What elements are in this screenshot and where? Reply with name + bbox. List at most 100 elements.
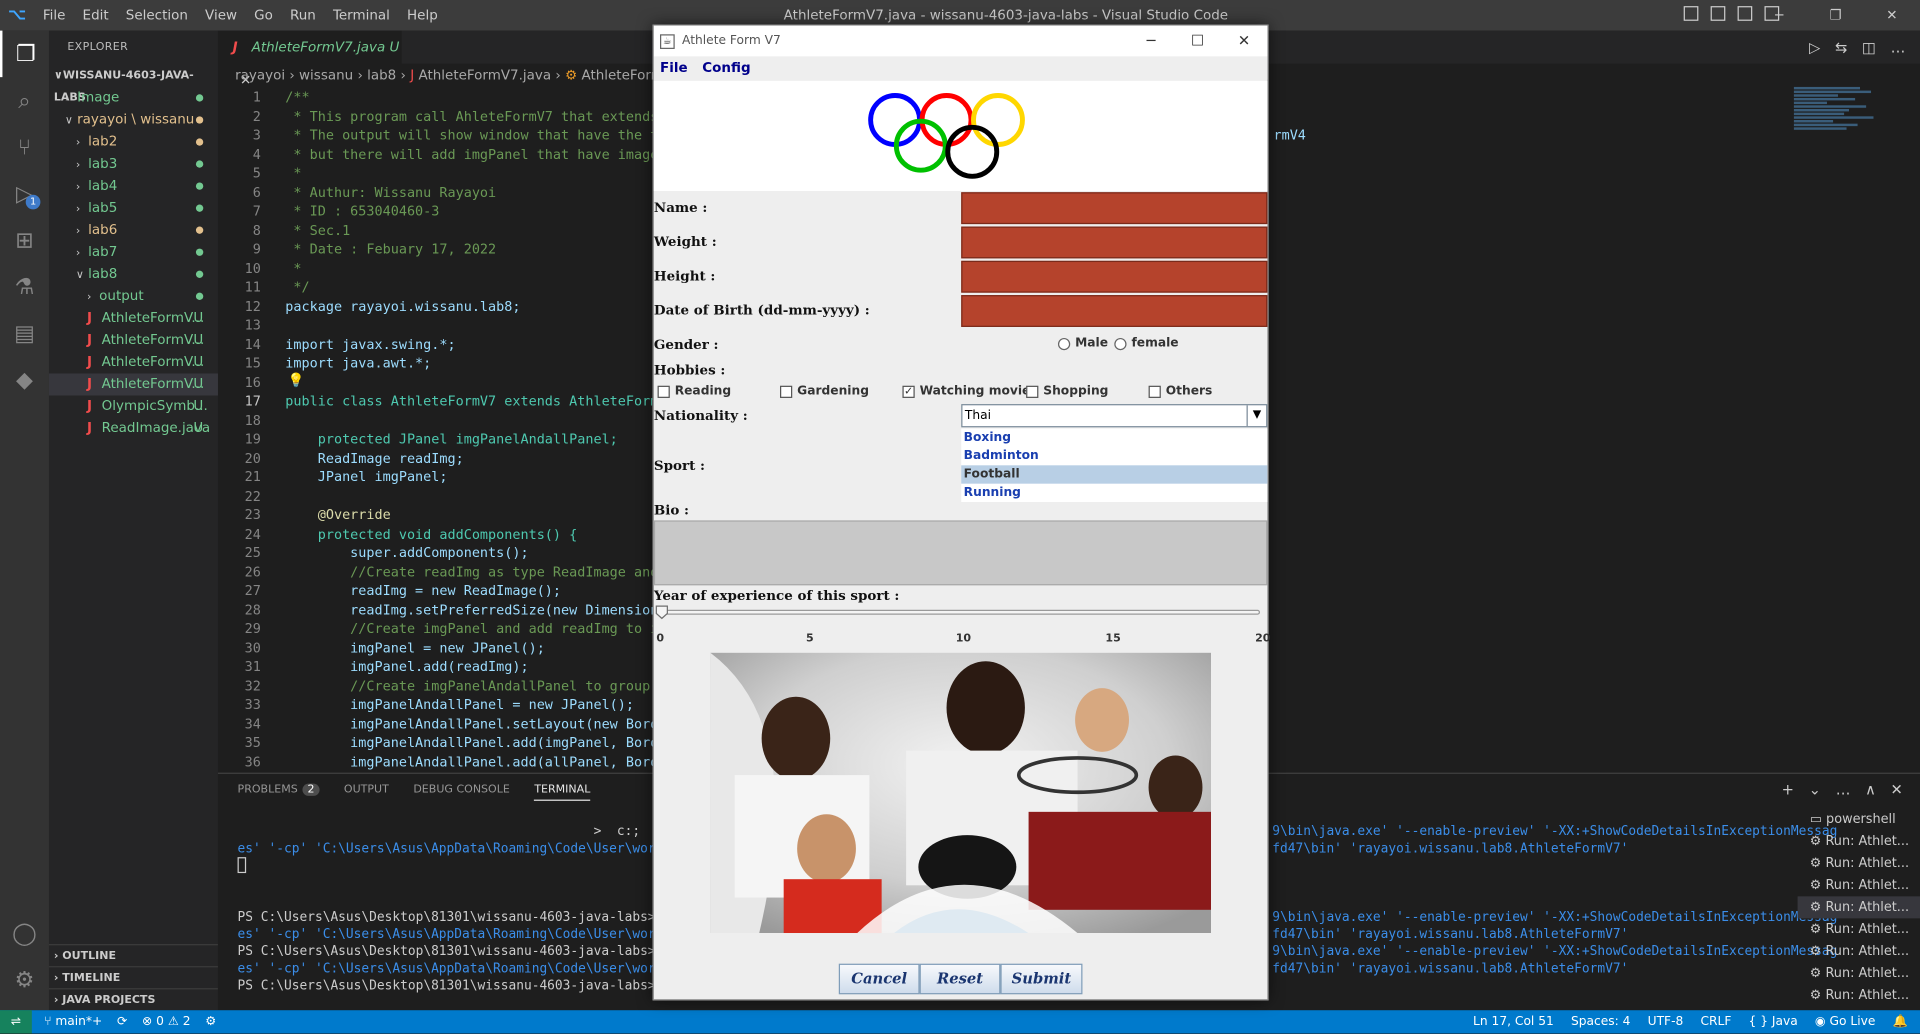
language-status[interactable]: { } Java [1749,1015,1798,1028]
reset-button[interactable]: Reset [919,963,1001,995]
maximize-icon[interactable]: ❐ [1807,7,1863,23]
terminal-list-item[interactable]: ⚙ Run: Athlet... [1797,896,1920,919]
split-editor-icon[interactable]: ◫ [1862,39,1876,56]
sidebar-item[interactable]: › lab3 [49,153,218,175]
dob-field[interactable] [961,295,1268,327]
sidebar-item[interactable]: › lab4 [49,175,218,197]
more-actions-icon[interactable]: … [1891,39,1906,56]
sidebar-item[interactable]: › lab2 [49,131,218,153]
cancel-button[interactable]: Cancel [838,963,920,995]
checkbox-box[interactable] [1026,385,1039,398]
sidebar-item[interactable]: › lab7 [49,241,218,263]
workspace-root[interactable]: ∨WISSANU-4603-JAVA-LABS [49,65,218,104]
hobby-checkbox[interactable]: Others [1148,384,1212,398]
menu-file[interactable]: File [43,7,66,23]
gender-male-radio[interactable]: Male [1057,337,1108,350]
tab-terminal[interactable]: TERMINAL [534,784,591,801]
menu-edit[interactable]: Edit [83,7,109,23]
branch-status[interactable]: ⑂ main*+ [44,1015,102,1028]
search-icon[interactable]: ⌕ [0,77,49,124]
menu-run[interactable]: Run [290,7,316,23]
panel-more-icon[interactable]: … [1836,781,1851,798]
toggle-panel-icon[interactable] [1710,6,1726,21]
terminal-dropdown-icon[interactable]: ⌄ [1809,781,1821,798]
tab-athleteformv7[interactable]: J AthleteFormV7.java U ✕ [217,30,402,88]
timeline-section[interactable]: › TIMELINE [48,966,218,988]
sync-icon[interactable]: ⟳ [117,1015,127,1028]
menu-help[interactable]: Help [407,7,438,23]
tab-output[interactable]: OUTPUT [344,784,389,801]
remote-explorer-icon[interactable]: ▤ [0,310,49,357]
sport-list-item[interactable]: Badminton [961,447,1267,465]
height-field[interactable] [961,260,1268,293]
gender-female-radio[interactable]: female [1114,337,1179,350]
sidebar-item[interactable]: › output [49,285,218,307]
menu-go[interactable]: Go [254,7,273,23]
terminal-list-item[interactable]: ⚙ Run: Athlet... [1798,874,1920,896]
notifications-icon[interactable]: 🔔 [1893,1015,1908,1028]
run-debug-icon[interactable]: ▷ 1 [0,170,49,217]
close-icon[interactable]: ✕ [1864,7,1920,23]
nationality-select[interactable]: Thai ▼ [961,404,1268,428]
sidebar-item[interactable]: J AthleteFormV... U [49,307,218,329]
tab-problems[interactable]: PROBLEMS 2 [238,783,320,801]
hobby-checkbox[interactable]: ✓ Watching movies [902,384,1038,398]
form-menu-config[interactable]: Config [702,56,750,79]
sidebar-item[interactable]: J OlympicSymb... U [49,396,218,418]
checkbox-box[interactable] [780,385,793,398]
experience-slider-thumb[interactable] [655,605,668,620]
source-control-icon[interactable]: ⑂ [0,124,49,171]
terminal-list-item[interactable]: ⚙ Run: Athlet... [1798,852,1920,874]
close-panel-icon[interactable]: ✕ [1891,781,1903,798]
submit-button[interactable]: Submit [1000,963,1083,995]
toggle-sidebar-icon[interactable] [1683,6,1699,21]
checkbox-box[interactable] [657,385,670,398]
problems-status[interactable]: ⊗ 0 ⚠ 2 [142,1015,191,1028]
outline-section[interactable]: › OUTLINE [48,944,218,966]
terminal-list-item[interactable]: ⚙ Run: Athlet... [1798,984,1920,1006]
testing-icon[interactable]: ⚗ [0,263,49,310]
bio-textarea[interactable] [653,520,1268,586]
name-field[interactable] [961,192,1268,225]
compare-icon[interactable]: ⇆ [1835,39,1847,56]
sport-list-item[interactable]: Boxing [961,429,1267,447]
java-projects-section[interactable]: › JAVA PROJECTS [48,988,218,1010]
hobby-checkbox[interactable]: Gardening [780,384,869,398]
chevron-down-icon[interactable]: ▼ [1246,405,1267,427]
sidebar-item[interactable]: › Image [49,87,218,109]
terminal-list-item[interactable]: ⚙ Run: Athlet... [1798,830,1920,852]
form-close-icon[interactable]: ✕ [1221,26,1268,57]
sidebar-item[interactable]: J ReadImage.java U [49,418,218,440]
checkbox-box[interactable]: ✓ [902,385,915,398]
hobby-checkbox[interactable]: Shopping [1026,384,1108,398]
terminal-list-item[interactable]: ⚙ Run: Athlet... [1798,940,1920,962]
account-icon[interactable]: ◯ [0,910,49,957]
debug-status-icon[interactable]: ⚙ [205,1015,216,1028]
sidebar-item[interactable]: ∨ lab8 [49,263,218,285]
python-icon[interactable]: ◆ [0,356,49,403]
experience-slider-track[interactable] [661,609,1261,615]
cursor-position[interactable]: Ln 17, Col 51 [1473,1015,1554,1028]
sidebar-item[interactable]: J AthleteFormV... U [48,373,218,396]
indent-status[interactable]: Spaces: 4 [1571,1015,1631,1028]
menu-selection[interactable]: Selection [126,7,188,23]
lightbulb-icon[interactable]: 💡 [288,372,305,388]
settings-gear-icon[interactable]: ⚙ [0,956,49,1003]
sidebar-item[interactable]: › lab6 [49,219,218,241]
sidebar-item[interactable]: ∨ rayayoi \ wissanu [49,109,218,131]
eol-status[interactable]: CRLF [1700,1015,1731,1028]
sidebar-item[interactable]: J AthleteFormV... U [49,351,218,373]
sidebar-item[interactable]: J AthleteFormV... U [49,329,218,351]
sidebar-item[interactable]: › lab5 [49,197,218,219]
maximize-panel-icon[interactable]: ∧ [1865,781,1876,798]
checkbox-box[interactable] [1148,385,1161,398]
form-menu-file[interactable]: File [660,56,688,79]
weight-field[interactable] [961,226,1268,259]
form-maximize-icon[interactable]: ☐ [1174,26,1221,57]
minimize-icon[interactable]: ─ [1751,7,1807,23]
sport-list-item[interactable]: Football [961,465,1268,484]
extensions-icon[interactable]: ⊞ [0,217,49,264]
remote-icon[interactable]: ⇌ [0,1010,32,1034]
sport-list-item[interactable]: Running [961,484,1267,502]
new-terminal-icon[interactable]: + [1782,781,1794,798]
